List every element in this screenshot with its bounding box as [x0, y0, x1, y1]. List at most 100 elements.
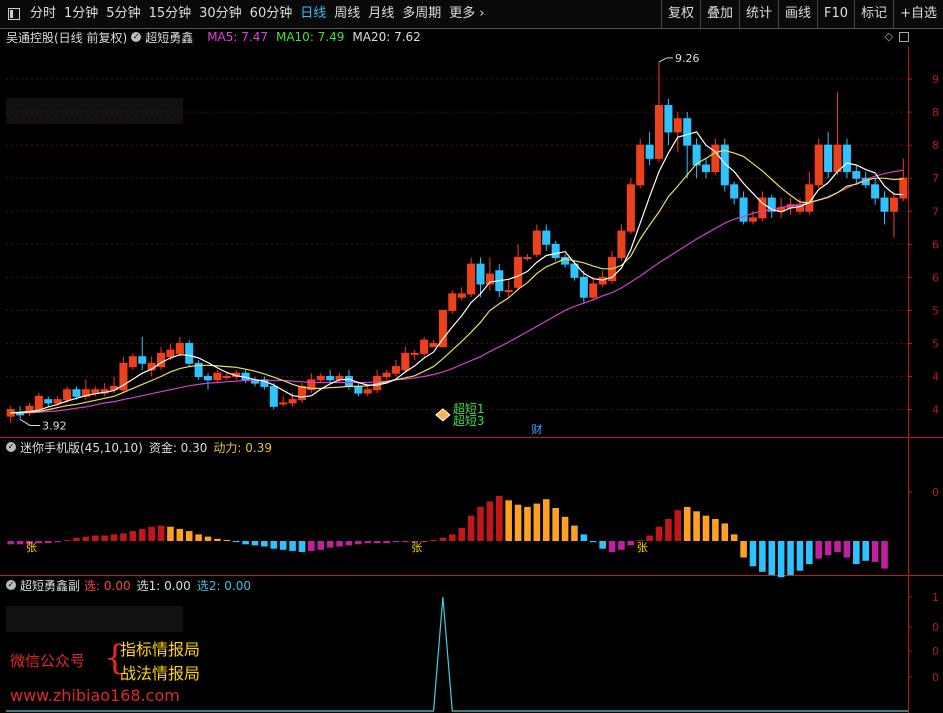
tool-button-6[interactable]: +自选: [893, 0, 943, 28]
sub1-bar: [35, 541, 43, 544]
candle-body: [701, 164, 711, 173]
candle-body: [373, 376, 382, 391]
candle-body: [194, 362, 203, 378]
period-tab-4[interactable]: 30分钟: [195, 0, 246, 28]
candle-body: [288, 399, 297, 404]
candle-body: [326, 376, 335, 381]
sub1-bar: [777, 541, 785, 578]
sub1-bar: [138, 528, 146, 541]
candle-body: [157, 352, 166, 368]
sub1-bar: [721, 523, 729, 541]
sub2-xuan2: 选2: 0.00: [196, 578, 252, 593]
sub1-bar: [54, 541, 61, 543]
signal-label-1: 超短1: [453, 401, 485, 416]
candle-body: [213, 372, 222, 381]
chart-toolbar: 分时 1分钟 5分钟 15分钟 30分钟 60分钟 日线 周线 月线 多周期 更多 › 复权 叠加 统计画…: [0, 0, 943, 29]
period-tabs: 分时 1分钟 5分钟 15分钟 30分钟 60分钟 日线 周线 月线 多周期 更多 ›: [0, 0, 489, 28]
period-tab-5[interactable]: 60分钟: [246, 0, 297, 28]
period-tab-1[interactable]: 1分钟: [60, 0, 102, 28]
stock-name[interactable]: 吴通控股(日线 前复权): [6, 29, 127, 46]
more-arrow-icon[interactable]: ›: [479, 0, 488, 28]
diamond-icon[interactable]: ◇: [885, 30, 893, 43]
sub1-bar: [242, 541, 249, 545]
sub1-bar: [514, 504, 522, 541]
candle-body: [758, 197, 767, 219]
candle-body: [391, 366, 400, 374]
tool-button-0[interactable]: 复权: [660, 0, 700, 28]
settings-circle-icon[interactable]: ✓: [6, 580, 16, 590]
tool-button-5[interactable]: 标记: [854, 0, 893, 28]
tool-button-3[interactable]: 画线: [778, 0, 817, 28]
settings-circle-icon[interactable]: ✓: [6, 442, 16, 452]
window-icon[interactable]: [8, 8, 20, 20]
redacted-block: [6, 606, 183, 632]
sub1-bar: [129, 531, 137, 541]
candle-body: [241, 372, 250, 381]
ma-label-1: MA10: 7.49: [275, 30, 345, 44]
axis-tick-label: 0: [932, 671, 939, 684]
candle-body: [683, 118, 692, 146]
tool-button-4[interactable]: F10: [817, 0, 854, 28]
sub1-bar: [599, 541, 606, 549]
maximize-icon[interactable]: [899, 31, 909, 42]
candle-body: [824, 144, 833, 173]
candle-body: [128, 356, 137, 368]
watermark-line-1: 指标情报局: [120, 640, 201, 659]
tool-button-2[interactable]: 统计: [739, 0, 778, 28]
candle-body: [871, 184, 880, 199]
sub1-bar: [420, 541, 428, 543]
candle-body: [260, 379, 269, 387]
period-tab-10[interactable]: 更多: [445, 0, 479, 28]
sub1-bar: [223, 539, 231, 541]
sub-panel-2-header: ✓ 超短勇鑫副 选: 0.00 选1: 0.00 选2: 0.00: [0, 576, 251, 594]
sub2-title[interactable]: 超短勇鑫副: [20, 577, 80, 594]
sub1-bar: [101, 535, 108, 541]
period-tab-6[interactable]: 日线: [296, 0, 330, 28]
axis-tick-label: 5: [932, 304, 939, 317]
candle-body: [81, 389, 90, 397]
candle-body: [814, 144, 823, 186]
candle-body: [363, 389, 372, 394]
indicator-name[interactable]: 超短勇鑫: [145, 29, 193, 46]
sub1-bar: [185, 531, 193, 541]
period-tab-0[interactable]: 分时: [26, 0, 60, 28]
candle-body: [485, 273, 494, 285]
sub1-title[interactable]: 迷你手机版(45,10,10): [20, 439, 143, 456]
ma10-line: [10, 149, 904, 414]
candle-body: [645, 144, 654, 159]
candle-body: [401, 352, 410, 371]
candle-body: [654, 104, 664, 159]
period-tab-9[interactable]: 多周期: [398, 0, 445, 28]
candle-body: [523, 257, 532, 260]
sub1-bar: [308, 541, 315, 551]
candle-body: [382, 372, 391, 378]
axis-tick-label: 7: [932, 205, 939, 218]
candle-body: [852, 171, 861, 179]
settings-circle-icon[interactable]: ✓: [131, 32, 142, 42]
sub1-bar: [176, 528, 184, 541]
sub1-bar: [871, 541, 879, 562]
period-tab-8[interactable]: 月线: [364, 0, 398, 28]
axis-tick-label: 0: [932, 645, 939, 658]
axis-tick-label: 8: [932, 139, 939, 152]
candle-body: [504, 290, 513, 293]
period-tab-3[interactable]: 15分钟: [145, 0, 196, 28]
sub1-bar: [167, 526, 174, 541]
candle-body: [626, 184, 635, 232]
candle-body: [476, 263, 485, 285]
candle-body: [344, 376, 353, 387]
period-tab-2[interactable]: 5分钟: [102, 0, 144, 28]
tool-buttons: 复权 叠加 统计 画线 F10 标记 +自选: [660, 0, 943, 28]
low-marker: [19, 419, 41, 426]
candle-body: [429, 342, 438, 348]
period-tab-7[interactable]: 周线: [330, 0, 364, 28]
candle-body: [899, 177, 908, 199]
axis-tick-label: 6: [932, 238, 939, 251]
ma-label-2: MA20: 7.62: [352, 30, 421, 44]
sub1-bar: [26, 541, 33, 545]
tool-button-1[interactable]: 叠加: [700, 0, 739, 28]
candle-body: [222, 376, 231, 379]
watermark-url: www.zhibiao168.com: [10, 686, 180, 705]
axis-tick-label: 0: [932, 621, 939, 634]
sub1-bar: [214, 538, 221, 541]
